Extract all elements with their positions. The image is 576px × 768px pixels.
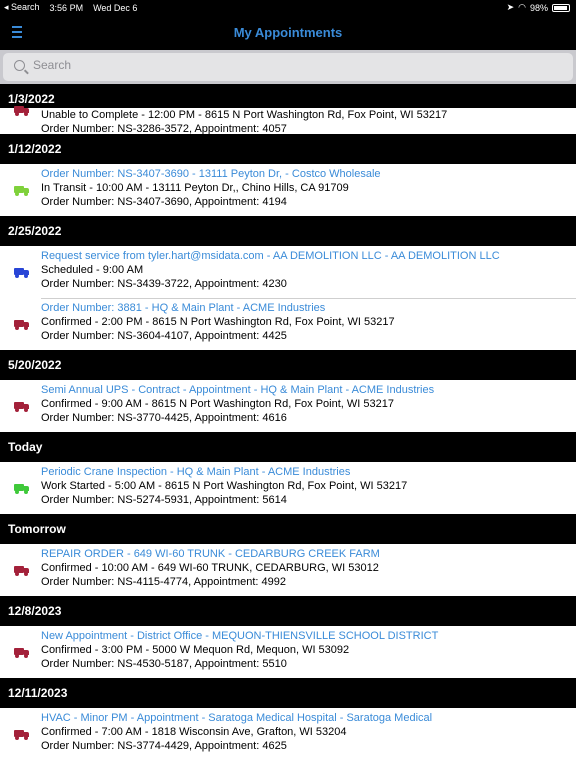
appointment-title[interactable]: Order Number: 3881 - HQ & Main Plant - A…	[41, 301, 576, 315]
section-header: 5/20/2022	[0, 350, 576, 380]
appointment-title[interactable]: New Appointment - District Office - MEQU…	[41, 629, 576, 643]
page-title: My Appointments	[233, 25, 343, 40]
appointment-order: Order Number: NS-5274-5931, Appointment:…	[41, 494, 287, 506]
appointment-row[interactable]: Order Number: 3881 - HQ & Main Plant - A…	[0, 298, 576, 350]
appointment-status: Scheduled - 9:00 AM	[41, 264, 144, 276]
section-header: 2/25/2022	[0, 216, 576, 246]
appointment-title[interactable]: Periodic Crane Inspection - HQ & Main Pl…	[41, 465, 576, 479]
appointment-order: Order Number: NS-3774-4429, Appointment:…	[41, 740, 287, 752]
truck-icon	[14, 484, 30, 494]
nav-bar: My Appointments	[0, 16, 576, 50]
truck-icon	[14, 320, 30, 330]
section-header: Today	[0, 432, 576, 462]
appointment-title[interactable]: Order Number: NS-3407-3690 - 13111 Peyto…	[41, 167, 576, 181]
appointment-title[interactable]: Request service from tyler.hart@msidata.…	[41, 249, 576, 263]
appointment-order: Order Number: NS-3407-3690, Appointment:…	[41, 196, 287, 208]
appointment-title[interactable]: Semi Annual UPS - Contract - Appointment…	[41, 383, 576, 397]
search-icon	[14, 60, 25, 71]
appointment-status: Confirmed - 3:00 PM - 5000 W Mequon Rd, …	[41, 644, 350, 656]
appointment-row[interactable]: HVAC - Minor PM - Appointment - Saratoga…	[0, 708, 576, 760]
section-header: 12/11/2023	[0, 678, 576, 708]
appointment-row[interactable]: Order Number: NS-3407-3690 - 13111 Peyto…	[0, 164, 576, 216]
status-bar: ◂ Search 3:56 PM Wed Dec 6 ➤ ◠ 98%	[0, 0, 576, 16]
battery-percent: 98%	[529, 2, 548, 13]
status-time: 3:56 PM	[49, 2, 84, 13]
search-bar	[0, 50, 576, 84]
truck-icon	[14, 648, 30, 658]
search-input[interactable]	[33, 58, 533, 72]
appointment-status: In Transit - 10:00 AM - 13111 Peyton Dr,…	[41, 182, 349, 194]
section-header: 12/8/2023	[0, 596, 576, 626]
battery-icon	[552, 3, 570, 12]
appointment-title[interactable]: REPAIR ORDER - 649 WI-60 TRUNK - CEDARBU…	[41, 547, 576, 561]
appointment-order: Order Number: NS-4530-5187, Appointment:…	[41, 658, 287, 670]
appointment-status: Unable to Complete - 12:00 PM - 8615 N P…	[41, 109, 448, 121]
appointment-row[interactable]: Periodic Crane Inspection - HQ & Main Pl…	[0, 462, 576, 514]
status-date: Wed Dec 6	[93, 2, 138, 13]
appointment-status: Confirmed - 7:00 AM - 1818 Wisconsin Ave…	[41, 726, 347, 738]
search-box[interactable]	[3, 53, 573, 81]
truck-icon	[14, 566, 30, 576]
truck-icon	[14, 402, 30, 412]
appointment-status: Work Started - 5:00 AM - 8615 N Port Was…	[41, 480, 408, 492]
appointment-row[interactable]: Semi Annual UPS - Contract - Appointment…	[0, 380, 576, 432]
appointment-status: Confirmed - 10:00 AM - 649 WI-60 TRUNK, …	[41, 562, 379, 574]
appointment-order: Order Number: NS-3286-3572, Appointment:…	[41, 123, 287, 135]
appointment-row[interactable]: New Appointment - District Office - MEQU…	[0, 626, 576, 678]
back-to-search-link[interactable]: ◂ Search	[4, 2, 40, 13]
appointment-row[interactable]: REPAIR ORDER - 649 WI-60 TRUNK - CEDARBU…	[0, 544, 576, 596]
section-header: 1/12/2022	[0, 134, 576, 164]
truck-icon	[14, 268, 30, 278]
appointment-order: Order Number: NS-3770-4425, Appointment:…	[41, 412, 287, 424]
appointments-list[interactable]: 1/3/2022 Unable to Complete - 12:00 PM - …	[0, 84, 576, 768]
appointment-title[interactable]: HVAC - Minor PM - Appointment - Saratoga…	[41, 711, 576, 725]
appointment-order: Order Number: NS-3604-4107, Appointment:…	[41, 330, 287, 342]
appointment-status: Confirmed - 9:00 AM - 8615 N Port Washin…	[41, 398, 394, 410]
location-icon: ➤	[506, 2, 515, 12]
truck-icon	[14, 106, 30, 116]
section-header: Tomorrow	[0, 514, 576, 544]
truck-icon	[14, 730, 30, 740]
appointment-order: Order Number: NS-4115-4774, Appointment:…	[41, 576, 286, 588]
appointment-order: Order Number: NS-3439-3722, Appointment:…	[41, 278, 287, 290]
appointment-row[interactable]: Unable to Complete - 12:00 PM - 8615 N P…	[0, 106, 576, 135]
wifi-icon: ◠	[518, 2, 526, 12]
appointment-status: Confirmed - 2:00 PM - 8615 N Port Washin…	[41, 316, 395, 328]
appointment-row[interactable]: Request service from tyler.hart@msidata.…	[0, 246, 576, 298]
truck-icon	[14, 186, 30, 196]
